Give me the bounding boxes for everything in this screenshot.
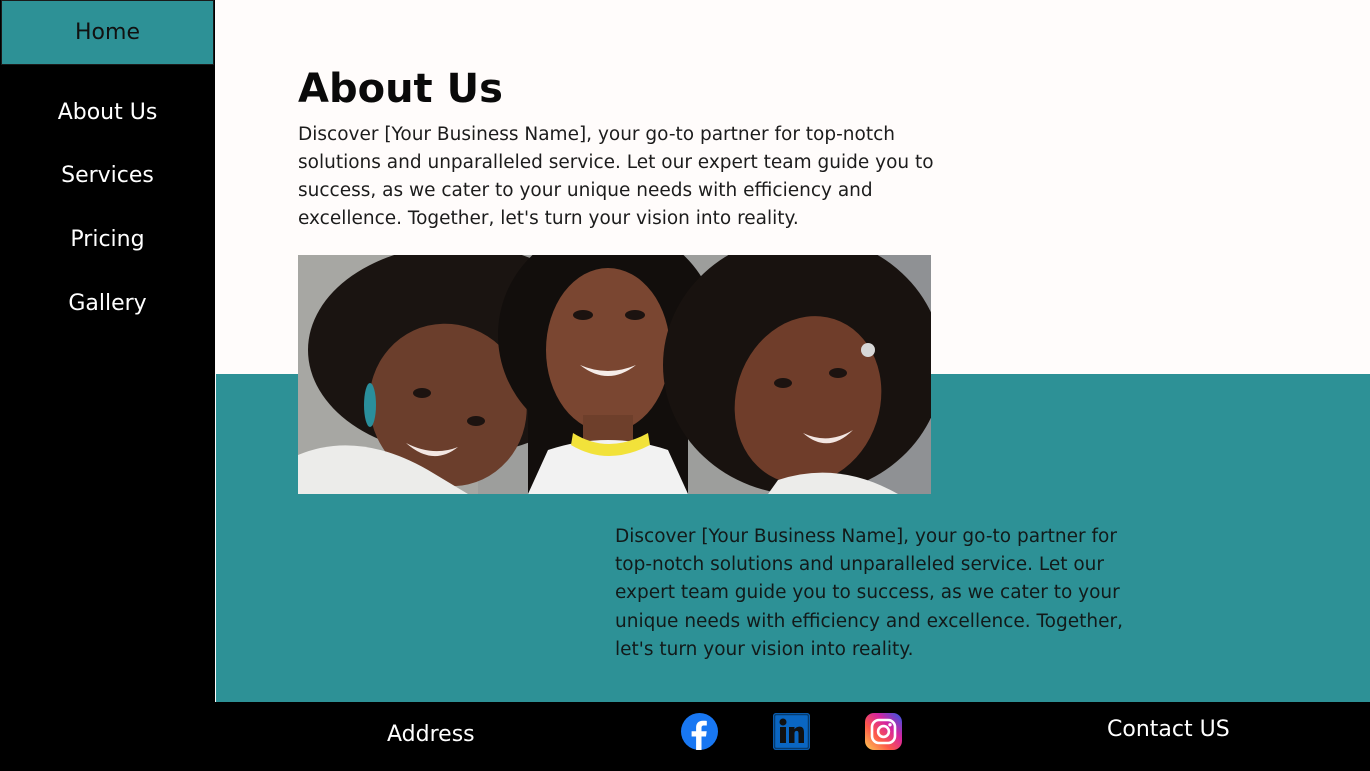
- facebook-icon[interactable]: [681, 713, 718, 750]
- page: Home About Us Services Pricing Gallery A…: [0, 0, 1370, 771]
- footer-address-link[interactable]: Address: [387, 722, 475, 747]
- intro-paragraph: Discover [Your Business Name], your go-t…: [298, 124, 934, 229]
- sidebar: Home About Us Services Pricing Gallery: [0, 0, 215, 771]
- footer-contact-link[interactable]: Contact US: [1107, 717, 1230, 742]
- group-photo-image: [298, 255, 931, 494]
- page-title: About Us: [298, 66, 503, 112]
- nav-item-services[interactable]: Services: [0, 163, 215, 188]
- nav-item-gallery[interactable]: Gallery: [0, 291, 215, 316]
- nav-item-pricing[interactable]: Pricing: [0, 227, 215, 252]
- secondary-paragraph: Discover [Your Business Name], your go-t…: [615, 526, 1123, 660]
- linkedin-icon[interactable]: [773, 713, 810, 750]
- nav-home-button[interactable]: Home: [1, 0, 214, 65]
- group-photo: [298, 255, 931, 494]
- instagram-icon[interactable]: [865, 713, 902, 750]
- nav-item-about-us[interactable]: About Us: [0, 100, 215, 125]
